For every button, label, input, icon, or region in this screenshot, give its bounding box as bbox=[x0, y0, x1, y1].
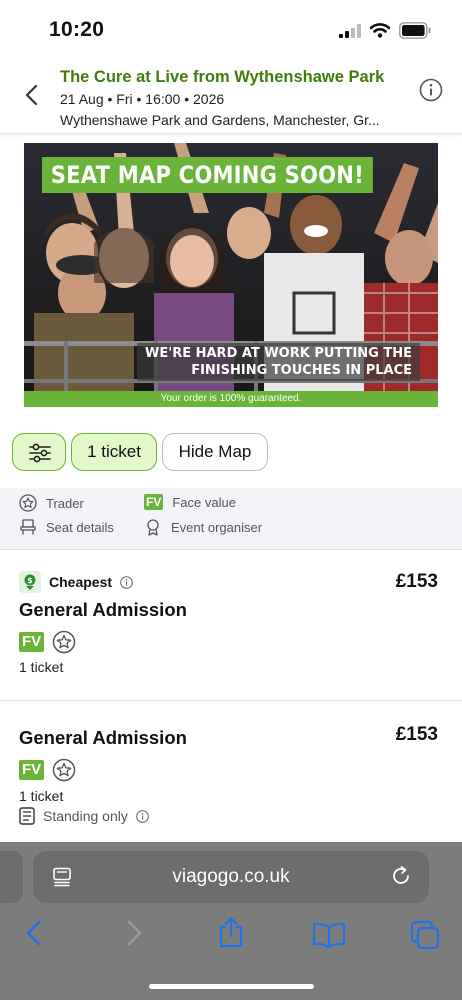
event-header: The Cure at Live from Wythenshawe Park 2… bbox=[0, 60, 462, 134]
listing-price: £153 bbox=[395, 724, 438, 745]
listing-title: General Admission bbox=[19, 727, 187, 748]
info-icon[interactable] bbox=[136, 809, 149, 823]
legend-face-value: FV Face value bbox=[144, 494, 236, 510]
sliders-icon bbox=[29, 443, 51, 463]
url-text: viagogo.co.uk bbox=[172, 866, 290, 887]
hide-map-button[interactable]: Hide Map bbox=[162, 433, 268, 471]
fv-badge-icon: FV bbox=[144, 494, 164, 510]
legend-seat-details: Seat details bbox=[19, 518, 114, 536]
cheapest-label: Cheapest bbox=[49, 574, 113, 590]
browser-toolbar: viagogo.co.uk bbox=[0, 842, 462, 1000]
legend: Trader FV Face value Seat details Event … bbox=[0, 488, 462, 550]
home-indicator[interactable] bbox=[149, 984, 314, 989]
listing-title: General Admission bbox=[19, 599, 187, 620]
legend-face-value-label: Face value bbox=[172, 494, 236, 510]
svg-text:$: $ bbox=[27, 576, 33, 585]
reload-icon[interactable] bbox=[390, 865, 412, 887]
document-list-icon bbox=[19, 807, 35, 825]
status-time: 10:20 bbox=[49, 18, 105, 41]
banner-subtitle: WE'RE HARD AT WORK PUTTING THE FINISHING… bbox=[137, 343, 420, 381]
seat-map-banner: SEAT MAP COMING SOON! WE'RE HARD AT WORK… bbox=[24, 143, 438, 407]
banner-title: SEAT MAP COMING SOON! bbox=[42, 157, 373, 193]
back-chevron-icon[interactable] bbox=[22, 84, 42, 106]
listing-card[interactable]: £153 General Admission FV 1 ticket Stand… bbox=[0, 702, 462, 842]
guarantee-text: Your order is 100% guaranteed. bbox=[24, 391, 438, 407]
info-icon[interactable] bbox=[120, 575, 133, 589]
wifi-icon bbox=[370, 23, 390, 38]
address-bar[interactable]: viagogo.co.uk bbox=[33, 851, 429, 903]
ribbon-icon bbox=[147, 519, 159, 536]
standing-label: Standing only bbox=[43, 808, 128, 824]
legend-seat-details-label: Seat details bbox=[46, 519, 114, 535]
cheapest-tag: $ Cheapest bbox=[19, 571, 133, 593]
back-icon[interactable] bbox=[24, 920, 44, 946]
ticket-quantity-button[interactable]: 1 ticket bbox=[71, 433, 157, 471]
event-venue: Wythenshawe Park and Gardens, Manchester… bbox=[60, 112, 380, 128]
seat-icon bbox=[20, 519, 36, 535]
legend-trader: Trader bbox=[19, 494, 84, 512]
banner-subtitle-line2: FINISHING TOUCHES IN PLACE bbox=[191, 363, 412, 378]
fv-badge-icon: FV bbox=[19, 632, 45, 652]
banner-subtitle-line1: WE'RE HARD AT WORK PUTTING THE bbox=[145, 346, 412, 361]
fv-badge-icon: FV bbox=[19, 760, 45, 780]
star-circle-icon bbox=[52, 758, 76, 782]
listing-price: £153 bbox=[395, 571, 438, 592]
filter-button[interactable] bbox=[12, 433, 66, 471]
legend-event-organiser-label: Event organiser bbox=[171, 519, 263, 535]
star-circle-icon bbox=[19, 494, 37, 512]
share-icon[interactable] bbox=[217, 916, 245, 948]
event-datetime: 21 Aug • Fri • 16:00 • 2026 bbox=[60, 91, 225, 107]
standing-note: Standing only bbox=[19, 807, 149, 825]
listing-badges: FV bbox=[19, 758, 76, 782]
star-circle-icon bbox=[52, 630, 76, 654]
tabs-icon[interactable] bbox=[410, 920, 440, 950]
legend-trader-label: Trader bbox=[46, 495, 84, 511]
listing-ticket-count: 1 ticket bbox=[19, 659, 64, 675]
cellular-signal-icon bbox=[339, 24, 361, 38]
cheapest-icon: $ bbox=[19, 571, 41, 593]
listing-ticket-count: 1 ticket bbox=[19, 788, 64, 804]
event-title: The Cure at Live from Wythenshawe Park bbox=[60, 68, 385, 86]
forward-icon[interactable] bbox=[124, 920, 144, 946]
legend-event-organiser: Event organiser bbox=[144, 518, 262, 536]
bookmarks-icon[interactable] bbox=[312, 922, 346, 948]
info-icon[interactable] bbox=[419, 78, 443, 102]
listing-card[interactable]: $ Cheapest £153 General Admission FV 1 t… bbox=[0, 551, 462, 701]
listing-badges: FV bbox=[19, 630, 76, 654]
previous-tab-card[interactable] bbox=[0, 851, 23, 903]
status-bar: 10:20 bbox=[0, 0, 462, 60]
battery-icon bbox=[399, 22, 431, 39]
